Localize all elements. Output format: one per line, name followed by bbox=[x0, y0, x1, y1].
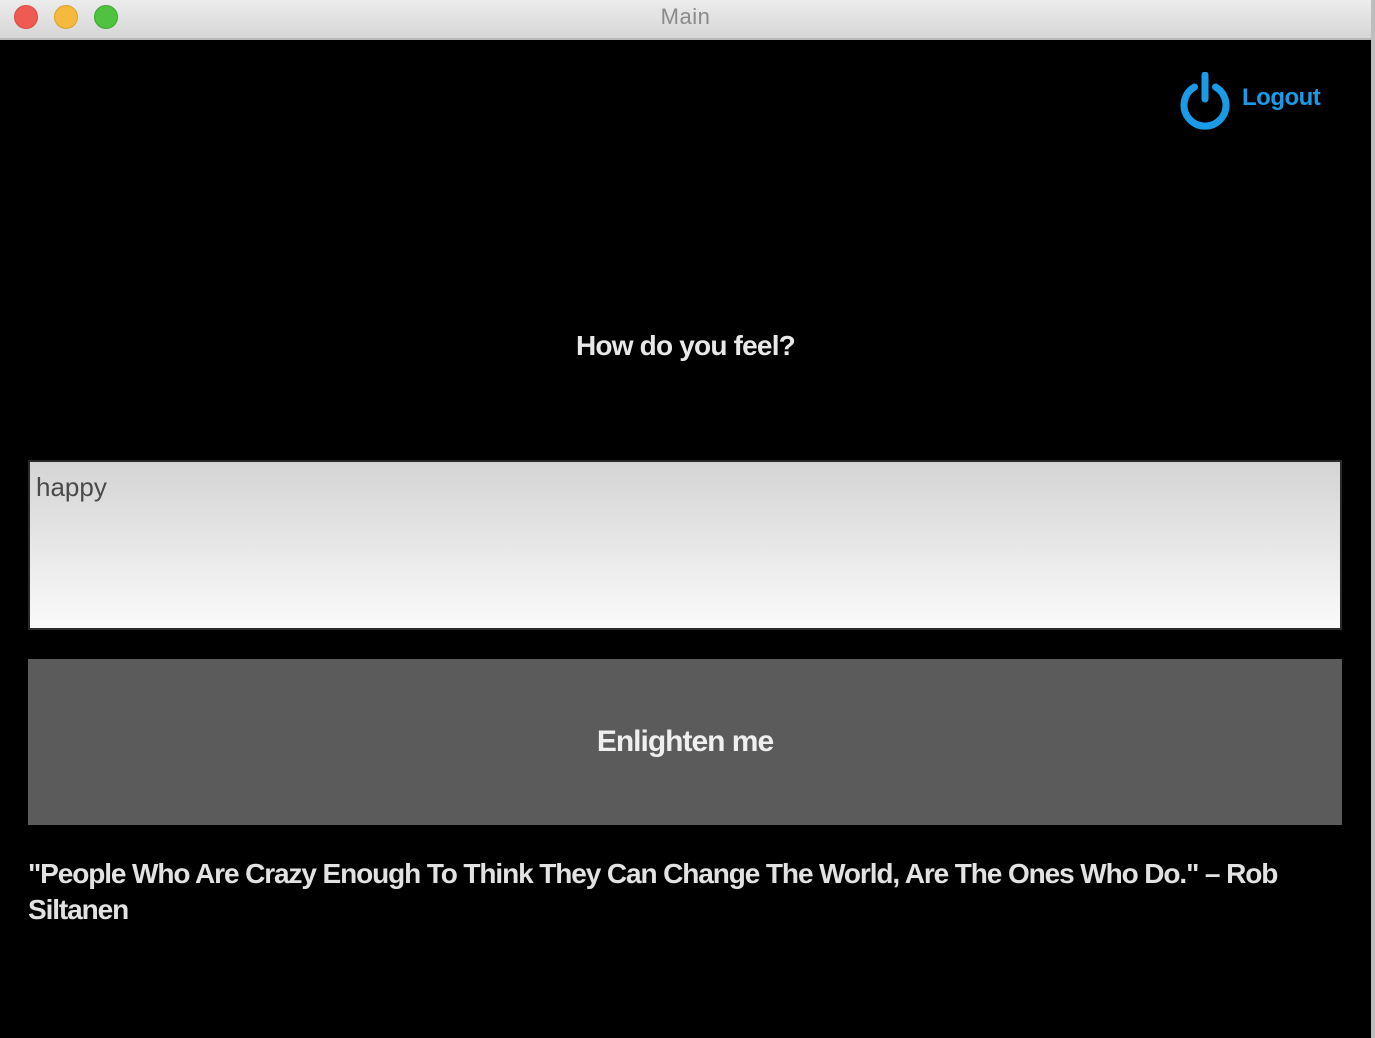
app-window: Main Logout How do you feel? happy Enlig… bbox=[0, 0, 1375, 1038]
window-title: Main bbox=[660, 4, 711, 29]
quote-text: "People Who Are Crazy Enough To Think Th… bbox=[28, 858, 1278, 925]
logout-button[interactable]: Logout bbox=[1176, 72, 1321, 130]
power-icon bbox=[1176, 72, 1234, 130]
enlighten-me-button[interactable]: Enlighten me bbox=[28, 659, 1342, 825]
mood-question-label: How do you feel? bbox=[576, 330, 796, 361]
mood-input[interactable]: happy bbox=[28, 460, 1342, 630]
title-bar[interactable]: Main bbox=[0, 0, 1371, 40]
logout-label: Logout bbox=[1242, 84, 1321, 111]
